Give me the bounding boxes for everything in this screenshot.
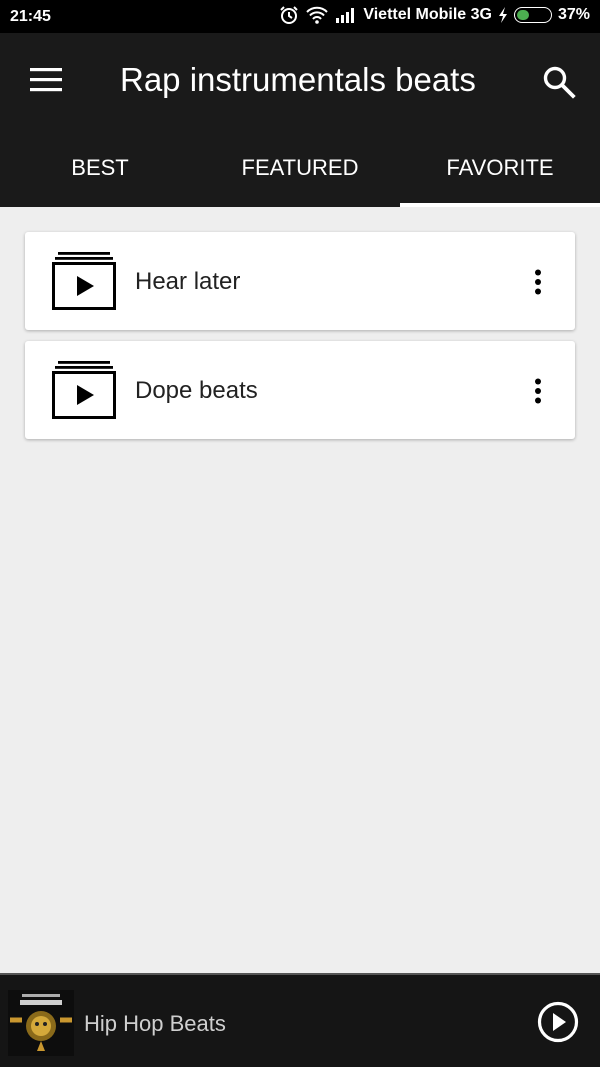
playlist-item-dope-beats[interactable]: Dope beats — [25, 341, 575, 439]
more-vert-icon[interactable] — [525, 378, 551, 404]
status-time: 21:45 — [10, 8, 51, 25]
playlist-play-icon — [52, 361, 116, 419]
battery-level — [516, 10, 529, 20]
tab-featured[interactable]: FEATURED — [200, 129, 400, 207]
status-bar: 21:45 Viettel Mobile 3G 37% — [0, 0, 600, 33]
tab-favorite[interactable]: FAVORITE — [400, 129, 600, 207]
hamburger-menu-icon[interactable] — [28, 65, 64, 95]
wifi-icon — [305, 5, 329, 25]
signal-icon — [335, 7, 357, 23]
playlist-list: Hear later Dope beats — [0, 207, 600, 973]
status-icons: Viettel Mobile 3G 37% — [279, 5, 590, 25]
playlist-play-icon — [52, 252, 116, 310]
charging-icon — [498, 7, 508, 23]
player-title: Hip Hop Beats — [84, 1011, 226, 1036]
more-vert-icon[interactable] — [525, 269, 551, 295]
album-art — [8, 990, 74, 1056]
mini-player[interactable]: Hip Hop Beats — [0, 973, 600, 1067]
carrier-name: Viettel Mobile 3G — [363, 6, 492, 23]
playlist-label: Hear later — [135, 268, 241, 295]
battery-percent: 37% — [557, 6, 590, 23]
playlist-label: Dope beats — [135, 377, 258, 404]
tab-best[interactable]: BEST — [0, 129, 200, 207]
page-title: Rap instrumentals beats — [120, 61, 476, 98]
playlist-item-hear-later[interactable]: Hear later — [25, 232, 575, 330]
play-circle-icon[interactable] — [537, 1001, 579, 1043]
battery-icon — [513, 7, 552, 23]
alarm-icon — [279, 5, 299, 25]
app-bar: Rap instrumentals beats — [0, 33, 600, 129]
tab-bar: BEST FEATURED FAVORITE — [0, 129, 600, 207]
search-icon[interactable] — [540, 63, 578, 101]
